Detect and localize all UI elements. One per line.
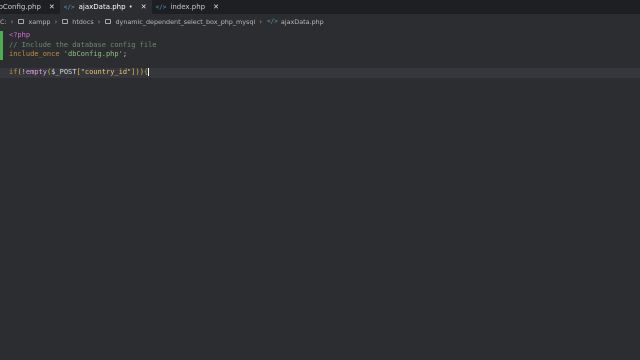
current-code-line[interactable]: if(!empty($_POST["country_id"])){: [0, 68, 640, 78]
code-token: 'dbConfig.php': [63, 50, 123, 58]
php-file-icon: </>: [267, 18, 278, 25]
unsaved-dot-icon: •: [128, 3, 133, 11]
tab-index[interactable]: </> index.php ✕: [151, 0, 224, 14]
php-file-icon: </>: [63, 3, 75, 11]
breadcrumb-item-htdocs[interactable]: htdocs: [62, 18, 94, 26]
code-token: include_once: [9, 50, 64, 58]
code-line[interactable]: // Include the database config file: [0, 41, 640, 51]
chevron-right-icon: ›: [54, 17, 58, 26]
tab-label: index.php: [170, 3, 206, 11]
tab-label: dbConfig.php: [0, 3, 41, 11]
chevron-right-icon: ›: [97, 17, 101, 26]
code-token: empty: [25, 68, 47, 76]
chevron-right-icon: ›: [259, 17, 263, 26]
code-token: $_POST: [51, 68, 77, 76]
tab-label: ajaxData.php: [78, 3, 126, 11]
chevron-right-icon: ›: [10, 17, 14, 26]
code-line-content: <?php: [9, 31, 30, 41]
close-icon[interactable]: ✕: [141, 3, 147, 11]
code-editor[interactable]: <?php // Include the database config fil…: [0, 28, 640, 360]
code-line[interactable]: include_once 'dbConfig.php';: [0, 50, 640, 60]
tab-ajaxdata[interactable]: </> ajaxData.php • ✕: [59, 0, 152, 14]
text-cursor: [148, 68, 150, 76]
tab-dbconfig[interactable]: dbConfig.php ✕: [0, 0, 60, 14]
code-line-content: include_once 'dbConfig.php';: [9, 50, 127, 60]
code-token: "country_id": [80, 68, 132, 76]
folder-icon: [105, 19, 112, 24]
folder-icon: [62, 19, 69, 24]
breadcrumb: C: › xampp › htdocs › dynamic_dependent_…: [0, 15, 640, 28]
breadcrumb-item-xampp[interactable]: xampp: [18, 18, 50, 26]
code-line-content: if(!empty($_POST["country_id"])){: [9, 68, 150, 78]
folder-icon: [18, 19, 25, 24]
code-token: <?php: [9, 31, 31, 39]
code-token: // Include the database config file: [9, 40, 157, 49]
code-token: ;: [122, 50, 128, 58]
breadcrumb-root[interactable]: C:: [0, 18, 7, 26]
code-line-content: // Include the database config file: [9, 41, 157, 51]
code-line[interactable]: <?php: [0, 31, 640, 41]
breadcrumb-item-project[interactable]: dynamic_dependent_select_box_php_mysql: [105, 18, 255, 26]
breadcrumb-item-file[interactable]: </> ajaxData.php: [267, 18, 324, 26]
close-icon[interactable]: ✕: [213, 3, 219, 11]
tab-bar: dbConfig.php ✕ </> ajaxData.php • ✕ </> …: [0, 0, 640, 14]
close-icon[interactable]: ✕: [49, 3, 55, 11]
php-file-icon: </>: [155, 3, 167, 11]
